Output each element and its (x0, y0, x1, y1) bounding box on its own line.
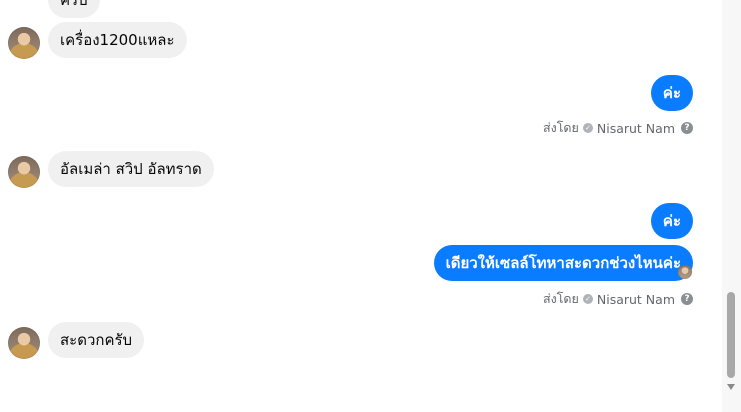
sender-name: Nisarut Nam (596, 291, 675, 307)
contact-avatar[interactable] (8, 327, 40, 359)
message-text: สะดวกครับ (60, 331, 133, 349)
scrollbar[interactable] (722, 0, 741, 412)
sent-by-label: ส่งโดย (542, 291, 579, 306)
message-text: อัลเมล่า สวิป อัลทราด (60, 160, 202, 178)
outgoing-message-bubble[interactable]: ค่ะ (650, 75, 693, 111)
sent-check-icon: ✓ (582, 294, 593, 304)
scroll-down-arrow-icon[interactable] (727, 384, 735, 390)
scrollbar-thumb[interactable] (727, 292, 735, 378)
incoming-message-bubble[interactable]: ครับ (48, 0, 100, 18)
message-text: ค่ะ (662, 84, 681, 102)
message-text: เดียวให้เซลล์โทหาสะดวกช่วงไหนค่ะ (445, 254, 681, 272)
contact-avatar[interactable] (8, 27, 40, 59)
outgoing-message-bubble[interactable]: ค่ะ (650, 203, 693, 239)
sent-by-label: ส่งโดย (542, 120, 579, 135)
incoming-message-bubble[interactable]: อัลเมล่า สวิป อัลทราด (48, 151, 214, 187)
help-icon[interactable]: ? (681, 293, 693, 305)
sent-by-info: ส่งโดย ✓ Nisarut Nam ? (543, 118, 693, 138)
contact-avatar[interactable] (8, 156, 40, 188)
message-text: เครื่อง1200แหละ (60, 31, 175, 49)
help-icon[interactable]: ? (681, 122, 693, 134)
seen-avatar (678, 265, 692, 279)
incoming-message-bubble[interactable]: เครื่อง1200แหละ (48, 22, 187, 58)
message-thread[interactable]: ครับ เครื่อง1200แหละ ค่ะ ส่งโดย ✓ Nisaru… (0, 0, 722, 412)
incoming-message-bubble[interactable]: สะดวกครับ (48, 322, 145, 358)
message-text: ค่ะ (662, 212, 681, 230)
message-text: ครับ (60, 0, 88, 9)
sent-check-icon: ✓ (582, 123, 593, 133)
outgoing-message-bubble[interactable]: เดียวให้เซลล์โทหาสะดวกช่วงไหนค่ะ (433, 245, 693, 281)
sent-by-info: ส่งโดย ✓ Nisarut Nam ? (543, 289, 693, 309)
sender-name: Nisarut Nam (596, 120, 675, 136)
